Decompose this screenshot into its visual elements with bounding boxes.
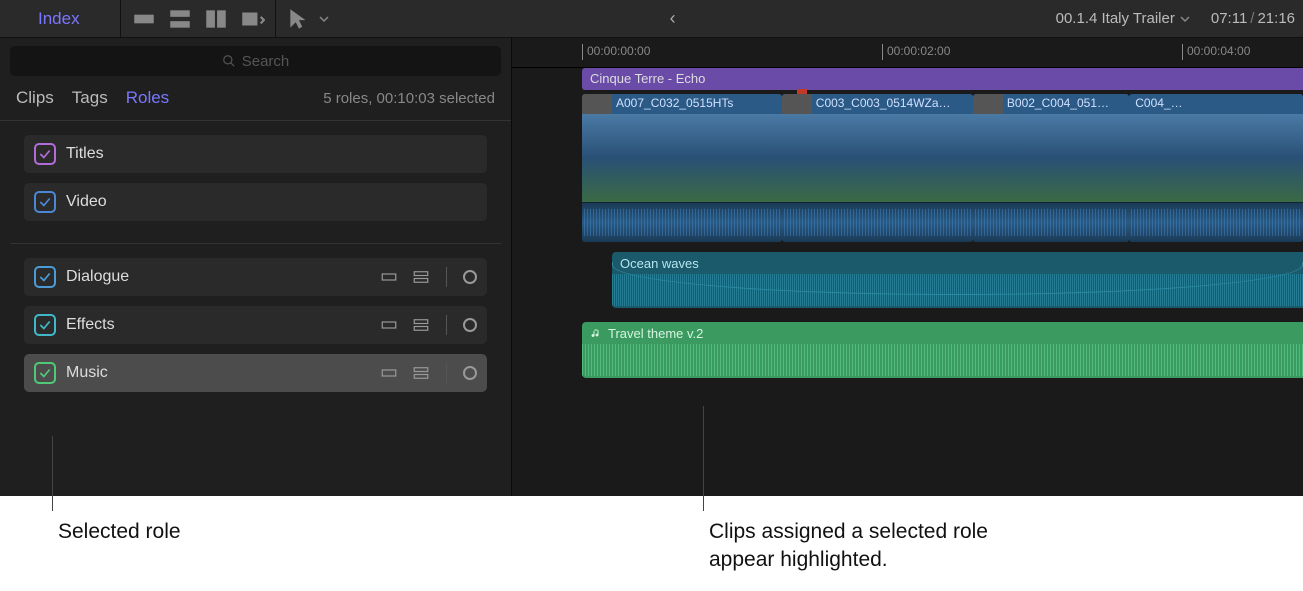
clip-appearance-3-icon[interactable]	[203, 8, 229, 30]
ruler-tick: 00:00:00:00	[582, 44, 650, 60]
role-row-dialogue[interactable]: Dialogue	[24, 258, 487, 296]
ctrl-separator	[446, 363, 447, 383]
annotation-layer: Selected role Clips assigned a selected …	[0, 496, 1303, 591]
clip-label: C004_…	[1129, 94, 1303, 114]
focus-role-icon[interactable]	[463, 366, 477, 380]
timeline[interactable]: 00:00:00:00 00:00:02:00 00:00:04:00 Cinq…	[512, 38, 1303, 496]
audio-clip-music[interactable]: Travel theme v.2	[582, 322, 1303, 378]
search-input[interactable]: Search	[10, 46, 501, 76]
video-roles-group: Titles Video	[0, 121, 511, 231]
role-row-titles[interactable]: Titles	[24, 135, 487, 173]
main-body: Search Clips Tags Roles 5 roles, 00:10:0…	[0, 38, 1303, 496]
time-total: 21:16	[1257, 10, 1295, 27]
role-label: Video	[66, 193, 107, 211]
chevron-down-icon	[1179, 13, 1191, 25]
ctrl-separator	[446, 267, 447, 287]
clip-appearance-menu-icon[interactable]	[239, 8, 265, 30]
video-clip[interactable]: C004_…	[1129, 94, 1303, 242]
tab-tags[interactable]: Tags	[72, 88, 108, 108]
checkbox-music[interactable]	[34, 362, 56, 384]
timecode-display[interactable]: 07:11/21:16	[1211, 10, 1295, 27]
ruler-tick: 00:00:04:00	[1182, 44, 1250, 60]
tab-clips[interactable]: Clips	[16, 88, 54, 108]
time-current: 07:11	[1211, 10, 1247, 27]
clip-waveform	[973, 202, 1129, 242]
video-clip[interactable]: B002_C004_051…	[973, 94, 1129, 242]
index-tabs: Clips Tags Roles 5 roles, 00:10:03 selec…	[0, 80, 511, 121]
time-ruler[interactable]: 00:00:00:00 00:00:02:00 00:00:04:00	[512, 38, 1303, 68]
clip-thumbnail	[1129, 114, 1303, 202]
focus-role-icon[interactable]	[463, 318, 477, 332]
roles-summary: 5 roles, 00:10:03 selected	[187, 90, 495, 107]
tab-roles[interactable]: Roles	[126, 88, 169, 108]
audio-clip-label: Ocean waves	[620, 256, 699, 271]
clip-appearance-1-icon[interactable]	[131, 8, 157, 30]
collapse-subroles-icon[interactable]	[380, 316, 398, 334]
clip-thumbnail	[973, 114, 1129, 202]
appearance-buttons	[131, 8, 265, 30]
toolbar-separator	[275, 0, 276, 38]
clip-thumbnail	[582, 114, 782, 202]
show-subroles-icon[interactable]	[412, 364, 430, 382]
show-subroles-icon[interactable]	[412, 268, 430, 286]
audio-clip-ocean[interactable]: Ocean waves	[612, 252, 1303, 308]
checkbox-dialogue[interactable]	[34, 266, 56, 288]
role-label: Dialogue	[66, 268, 129, 286]
ctrl-separator	[446, 315, 447, 335]
clip-appearance-2-icon[interactable]	[167, 8, 193, 30]
search-placeholder: Search	[242, 53, 290, 70]
video-clip[interactable]: A007_C032_0515HTs	[582, 94, 782, 242]
show-subroles-icon[interactable]	[412, 316, 430, 334]
role-label: Effects	[66, 316, 115, 334]
compound-clip-title[interactable]: Cinque Terre - Echo	[582, 68, 1303, 90]
checkbox-effects[interactable]	[34, 314, 56, 336]
toolbar-separator	[120, 0, 121, 38]
annotation-clips-highlighted: Clips assigned a selected role appear hi…	[709, 518, 1009, 575]
project-name-label: 00.1.4 Italy Trailer	[1056, 10, 1175, 27]
role-controls	[380, 363, 477, 383]
history-back-icon[interactable]: ‹	[660, 8, 686, 29]
callout-leader	[52, 436, 53, 511]
music-role-icon	[590, 328, 602, 340]
callout-leader	[703, 406, 704, 511]
clip-waveform	[782, 202, 973, 242]
role-row-music[interactable]: Music	[24, 354, 487, 392]
audio-clip-label: Travel theme v.2	[608, 326, 703, 341]
search-icon	[222, 54, 236, 68]
role-controls	[380, 267, 477, 287]
project-name-dropdown[interactable]: 00.1.4 Italy Trailer	[1056, 10, 1191, 27]
video-clip[interactable]: C003_C003_0514WZa…	[782, 94, 973, 242]
checkbox-titles[interactable]	[34, 143, 56, 165]
audio-roles-group: Dialogue Effects	[0, 244, 511, 402]
top-toolbar: Index ‹ 00.1.4 Italy Trailer 07:11/21:16	[0, 0, 1303, 38]
primary-storyline: A007_C032_0515HTs C003_C003_0514WZa… B00…	[582, 94, 1303, 242]
role-row-effects[interactable]: Effects	[24, 306, 487, 344]
focus-role-icon[interactable]	[463, 270, 477, 284]
tool-menu-chevron-icon[interactable]	[318, 8, 330, 30]
clip-thumbnail	[782, 114, 973, 202]
index-button[interactable]: Index	[8, 5, 110, 33]
role-controls	[380, 315, 477, 335]
annotation-selected-role: Selected role	[58, 518, 181, 546]
collapse-subroles-icon[interactable]	[380, 364, 398, 382]
clip-waveform	[1129, 202, 1303, 242]
ruler-tick: 00:00:02:00	[882, 44, 950, 60]
role-label: Titles	[66, 145, 104, 163]
index-sidebar: Search Clips Tags Roles 5 roles, 00:10:0…	[0, 38, 512, 496]
role-row-video[interactable]: Video	[24, 183, 487, 221]
collapse-subroles-icon[interactable]	[380, 268, 398, 286]
checkbox-video[interactable]	[34, 191, 56, 213]
pointer-tool-icon[interactable]	[286, 8, 312, 30]
app-window: Index ‹ 00.1.4 Italy Trailer 07:11/21:16…	[0, 0, 1303, 496]
role-label: Music	[66, 364, 108, 382]
clip-waveform	[582, 202, 782, 242]
